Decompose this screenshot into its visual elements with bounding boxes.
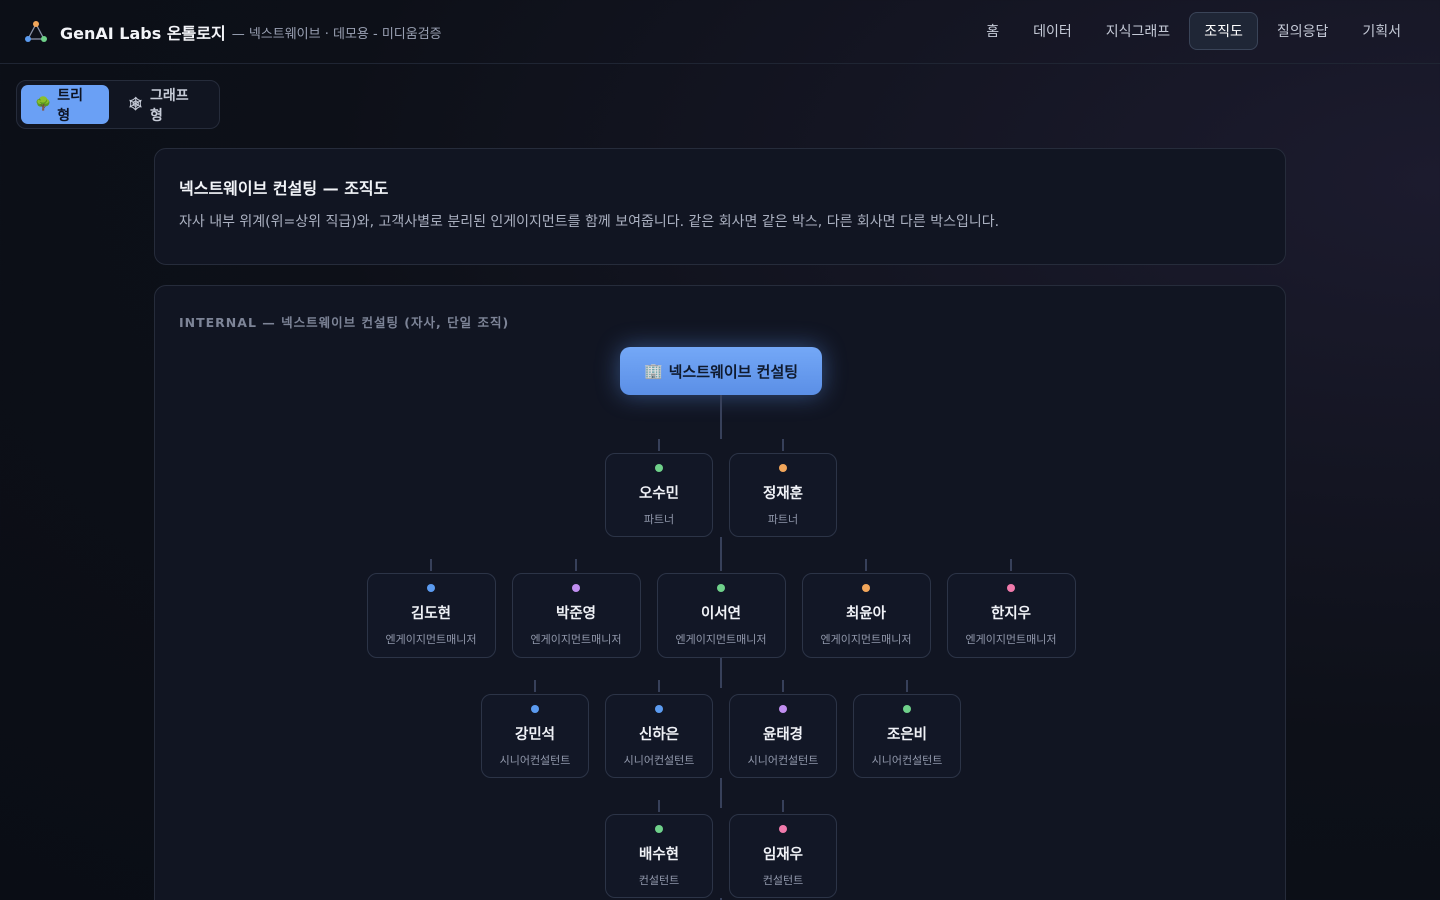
connector-line — [534, 680, 536, 692]
connector-line — [906, 680, 908, 692]
graph-view-label: 그래프형 — [149, 87, 189, 124]
app-title: GenAI Labs 온톨로지 — [60, 24, 226, 43]
nav-knowledge-graph[interactable]: 지식그래프 — [1091, 12, 1185, 50]
person-role: 파트너 — [767, 513, 799, 526]
org-tree: 🏢 넥스트웨이브 컨설팅 오수민 파트너 정재훈 파트너 김도현 엔게이지먼트매니저 박준영… — [155, 286, 1287, 900]
org-chart-card: INTERNAL — 넥스트웨이브 컨설팅 (자사, 단일 조직) 🏢 넥스트웨… — [154, 285, 1286, 900]
connector-line — [782, 680, 784, 692]
status-dot — [779, 464, 787, 472]
person-name: 최윤아 — [845, 606, 887, 622]
status-dot — [427, 584, 435, 592]
tree-icon: 🌳 — [35, 97, 52, 112]
person-role: 컨설턴트 — [638, 874, 680, 887]
person-name: 임재우 — [762, 847, 804, 863]
intro-description: 자사 내부 위계(위=상위 직급)와, 고객사별로 분리된 인게이지먼트를 함께… — [179, 214, 1000, 230]
person-node[interactable]: 이서연엔게이지먼트매니저 — [656, 573, 786, 658]
person-name: 오수민 — [638, 486, 680, 502]
person-node[interactable]: 강민석시니어컨설턴트 — [481, 694, 589, 778]
tree-view-button[interactable]: 🌳 트리형 — [21, 85, 110, 124]
person-node[interactable]: 배수현컨설턴트 — [605, 814, 713, 898]
root-company-label: 넥스트웨이브 컨설팅 — [668, 362, 799, 381]
person-node[interactable]: 오수민파트너 — [605, 453, 713, 537]
person-role: 시니어컨설턴트 — [499, 754, 571, 767]
person-role: 시니어컨설턴트 — [623, 754, 695, 767]
person-name: 이서연 — [700, 606, 742, 622]
person-node[interactable]: 박준영엔게이지먼트매니저 — [511, 573, 641, 658]
connector-line — [865, 559, 867, 571]
person-role: 시니어컨설턴트 — [747, 754, 819, 767]
status-dot — [862, 584, 870, 592]
person-name: 박준영 — [555, 606, 597, 622]
person-role: 컨설턴트 — [762, 874, 804, 887]
person-name: 배수현 — [638, 847, 680, 863]
connector-line — [575, 559, 577, 571]
connector-line — [658, 680, 660, 692]
building-icon: 🏢 — [643, 362, 663, 380]
status-dot — [655, 464, 663, 472]
graph-view-button[interactable]: 🕸 그래프형 — [113, 85, 215, 124]
status-dot — [717, 584, 725, 592]
nav-home[interactable]: 홈 — [971, 12, 1014, 50]
nav-qa[interactable]: 질의응답 — [1262, 12, 1344, 50]
status-dot — [903, 705, 911, 713]
person-name: 한지우 — [990, 606, 1032, 622]
person-node[interactable]: 최윤아엔게이지먼트매니저 — [801, 573, 931, 658]
status-dot — [531, 705, 539, 713]
status-dot — [1007, 584, 1015, 592]
connector-line — [658, 439, 660, 451]
connector-line — [720, 778, 722, 808]
person-node[interactable]: 한지우엔게이지먼트매니저 — [946, 573, 1076, 658]
person-role: 엔게이지먼트매니저 — [385, 633, 477, 646]
top-bar: GenAI Labs 온톨로지 — 넥스트웨이브 · 데모용 - 미디움검증 홈… — [0, 0, 1440, 64]
status-dot — [572, 584, 580, 592]
person-role: 엔게이지먼트매니저 — [675, 633, 767, 646]
connector-line — [430, 559, 432, 571]
connector-line — [782, 800, 784, 812]
connector-line — [720, 559, 722, 571]
connector-line — [720, 395, 722, 439]
person-name: 조은비 — [886, 727, 928, 743]
connector-line — [782, 439, 784, 451]
person-role: 시니어컨설턴트 — [871, 754, 943, 767]
person-node[interactable]: 임재우컨설턴트 — [729, 814, 837, 898]
person-role: 엔게이지먼트매니저 — [965, 633, 1057, 646]
person-name: 윤태경 — [762, 727, 804, 743]
main-nav: 홈 데이터 지식그래프 조직도 질의응답 기획서 — [971, 12, 1416, 50]
status-dot — [655, 825, 663, 833]
person-name: 김도현 — [410, 606, 452, 622]
connector-line — [1010, 559, 1012, 571]
person-role: 엔게이지먼트매니저 — [820, 633, 912, 646]
brand[interactable]: GenAI Labs 온톨로지 — 넥스트웨이브 · 데모용 - 미디움검증 — [24, 20, 442, 44]
person-role: 엔게이지먼트매니저 — [530, 633, 622, 646]
person-name: 신하은 — [638, 727, 680, 743]
view-toggle: 🌳 트리형 🕸 그래프형 — [16, 80, 220, 129]
intro-card: 넥스트웨이브 컨설팅 — 조직도 자사 내부 위계(위=상위 직급)와, 고객사… — [154, 148, 1286, 265]
nav-org-chart[interactable]: 조직도 — [1189, 12, 1258, 50]
connector-line — [720, 658, 722, 688]
app-subtitle: — 넥스트웨이브 · 데모용 - 미디움검증 — [231, 26, 442, 42]
intro-title: 넥스트웨이브 컨설팅 — 조직도 — [179, 179, 389, 198]
person-node[interactable]: 정재훈파트너 — [729, 453, 837, 537]
status-dot — [779, 825, 787, 833]
person-name: 강민석 — [514, 727, 556, 743]
person-node[interactable]: 윤태경시니어컨설턴트 — [729, 694, 837, 778]
person-node[interactable]: 김도현엔게이지먼트매니저 — [366, 573, 496, 658]
root-company-node[interactable]: 🏢 넥스트웨이브 컨설팅 — [620, 347, 822, 395]
ontology-logo-icon — [25, 21, 47, 42]
status-dot — [655, 705, 663, 713]
tree-view-label: 트리형 — [57, 87, 83, 124]
person-node[interactable]: 조은비시니어컨설턴트 — [853, 694, 961, 778]
graph-icon: 🕸 — [127, 97, 144, 112]
connector-line — [658, 800, 660, 812]
person-role: 파트너 — [643, 513, 675, 526]
person-node[interactable]: 신하은시니어컨설턴트 — [605, 694, 713, 778]
nav-data[interactable]: 데이터 — [1018, 12, 1087, 50]
nav-planning-doc[interactable]: 기획서 — [1347, 12, 1416, 50]
status-dot — [779, 705, 787, 713]
person-name: 정재훈 — [762, 486, 804, 502]
